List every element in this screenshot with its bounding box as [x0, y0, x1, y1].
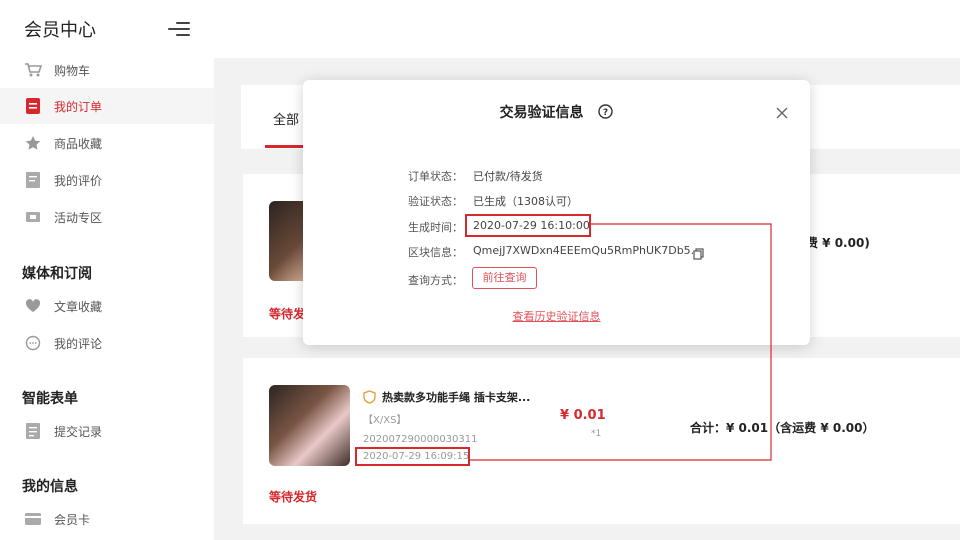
annotation-connector [470, 223, 772, 461]
